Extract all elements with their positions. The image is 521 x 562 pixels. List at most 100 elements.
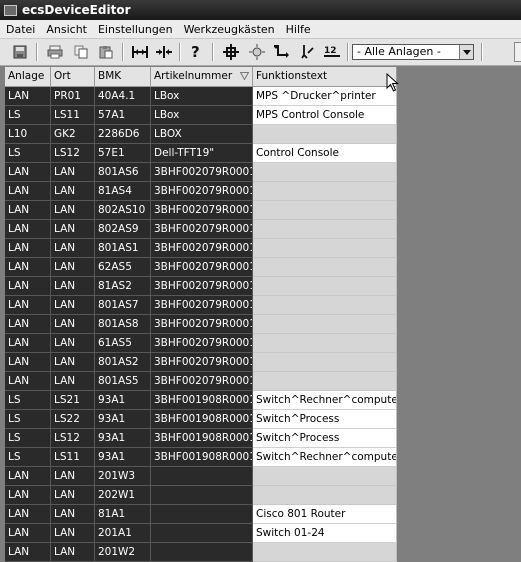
toolbar-overflow[interactable]	[514, 42, 521, 62]
table-row[interactable]: LAN LAN 801AS5 3BHF002079R0001	[5, 372, 397, 391]
signal-icon[interactable]	[296, 42, 317, 62]
column-header-funktionstext[interactable]: Funktionstext	[253, 67, 397, 87]
cell-funktionstext[interactable]	[253, 163, 397, 182]
cell-funktionstext[interactable]	[253, 543, 397, 562]
cell-funktionstext[interactable]	[253, 182, 397, 201]
cell-bmk[interactable]: 93A1	[95, 391, 151, 410]
cell-ort[interactable]: LS22	[51, 410, 95, 429]
cell-artikelnummer[interactable]: 3BHF001908R0001	[151, 391, 253, 410]
menu-datei[interactable]: Datei	[0, 23, 40, 36]
cell-ort[interactable]: LAN	[51, 201, 95, 220]
cell-funktionstext[interactable]	[253, 125, 397, 144]
cell-anlage[interactable]: LAN	[5, 239, 51, 258]
column-header-bmk[interactable]: BMK	[95, 67, 151, 87]
table-row[interactable]: LAN LAN 801AS8 3BHF002079R0001	[5, 315, 397, 334]
cell-bmk[interactable]: 93A1	[95, 410, 151, 429]
anlage-filter-select[interactable]: - Alle Anlagen -	[352, 44, 474, 60]
cell-funktionstext[interactable]	[253, 277, 397, 296]
cell-funktionstext[interactable]	[253, 239, 397, 258]
cell-bmk[interactable]: 802AS9	[95, 220, 151, 239]
cell-funktionstext[interactable]	[253, 372, 397, 391]
cell-artikelnummer[interactable]: 3BHF002079R0001	[151, 201, 253, 220]
cell-artikelnummer[interactable]: 3BHF002079R0001	[151, 163, 253, 182]
cell-artikelnummer[interactable]	[151, 505, 253, 524]
cell-artikelnummer[interactable]: 3BHF002079R0001	[151, 353, 253, 372]
cell-anlage[interactable]: LAN	[5, 543, 51, 562]
cell-ort[interactable]: LAN	[51, 334, 95, 353]
cell-artikelnummer[interactable]: 3BHF001908R0001	[151, 410, 253, 429]
cell-bmk[interactable]: 62AS5	[95, 258, 151, 277]
cell-ort[interactable]: LAN	[51, 524, 95, 543]
table-row[interactable]: LS LS21 93A1 3BHF001908R0001 Switch^Rechner^…	[5, 391, 397, 410]
cell-anlage[interactable]: LAN	[5, 258, 51, 277]
cell-bmk[interactable]: 201W2	[95, 543, 151, 562]
cell-bmk[interactable]: 801AS1	[95, 239, 151, 258]
cell-anlage[interactable]: LAN	[5, 296, 51, 315]
cell-anlage[interactable]: LAN	[5, 486, 51, 505]
cell-anlage[interactable]: LAN	[5, 220, 51, 239]
cell-bmk[interactable]: 81AS4	[95, 182, 151, 201]
cell-artikelnummer[interactable]: 3BHF002079R0001	[151, 315, 253, 334]
cell-ort[interactable]: LAN	[51, 486, 95, 505]
cell-anlage[interactable]: LS	[5, 448, 51, 467]
cell-artikelnummer[interactable]: LBox	[151, 106, 253, 125]
merge-icon[interactable]	[153, 42, 174, 62]
table-row[interactable]: LAN LAN 81AS4 3BHF002079R0001	[5, 182, 397, 201]
cell-bmk[interactable]: 2286D6	[95, 125, 151, 144]
table-row[interactable]: L10 GK2 2286D6 LBOX	[5, 125, 397, 144]
cell-bmk[interactable]: 801AS6	[95, 163, 151, 182]
cell-ort[interactable]: LAN	[51, 315, 95, 334]
cell-anlage[interactable]: LAN	[5, 201, 51, 220]
table-row[interactable]: LS LS12 93A1 3BHF001908R0001 Switch^Process	[5, 429, 397, 448]
cell-ort[interactable]: LAN	[51, 543, 95, 562]
cell-artikelnummer[interactable]: 3BHF002079R0001	[151, 334, 253, 353]
cell-bmk[interactable]: 57E1	[95, 144, 151, 163]
cell-funktionstext[interactable]	[253, 353, 397, 372]
cell-bmk[interactable]: 201A1	[95, 524, 151, 543]
print-icon[interactable]	[44, 42, 65, 62]
cell-artikelnummer[interactable]: Dell-TFT19"	[151, 144, 253, 163]
cell-ort[interactable]: LAN	[51, 353, 95, 372]
cell-funktionstext[interactable]: Switch 01-24	[253, 524, 397, 543]
cell-bmk[interactable]: 57A1	[95, 106, 151, 125]
cell-artikelnummer[interactable]	[151, 486, 253, 505]
cell-bmk[interactable]: 201W3	[95, 467, 151, 486]
cell-ort[interactable]: LAN	[51, 163, 95, 182]
menu-werkzeugkaesten[interactable]: Werkzeugkästen	[178, 23, 280, 36]
cell-artikelnummer[interactable]: 3BHF001908R0001	[151, 429, 253, 448]
cell-ort[interactable]: LAN	[51, 372, 95, 391]
cell-ort[interactable]: LS12	[51, 144, 95, 163]
split-horizontal-icon[interactable]	[129, 42, 150, 62]
cell-artikelnummer[interactable]: 3BHF002079R0001	[151, 182, 253, 201]
cell-ort[interactable]: LAN	[51, 182, 95, 201]
cell-anlage[interactable]: LAN	[5, 277, 51, 296]
cell-anlage[interactable]: LS	[5, 391, 51, 410]
cell-ort[interactable]: LS12	[51, 429, 95, 448]
cell-bmk[interactable]: 801AS2	[95, 353, 151, 372]
cell-bmk[interactable]: 93A1	[95, 429, 151, 448]
cell-artikelnummer[interactable]: 3BHF002079R0001	[151, 372, 253, 391]
cell-funktionstext[interactable]	[253, 258, 397, 277]
cell-ort[interactable]: PR01	[51, 87, 95, 106]
cell-ort[interactable]: LS11	[51, 448, 95, 467]
table-row[interactable]: LAN LAN 81AS2 3BHF002079R0001	[5, 277, 397, 296]
cell-artikelnummer[interactable]	[151, 543, 253, 562]
crosshair-icon[interactable]	[220, 42, 241, 62]
terminal-icon[interactable]	[270, 42, 291, 62]
cell-anlage[interactable]: LS	[5, 429, 51, 448]
cell-anlage[interactable]: LAN	[5, 467, 51, 486]
cell-artikelnummer[interactable]: 3BHF002079R0001	[151, 258, 253, 277]
cell-ort[interactable]: LAN	[51, 296, 95, 315]
cell-bmk[interactable]: 81A1	[95, 505, 151, 524]
table-row[interactable]: LAN LAN 201W2	[5, 543, 397, 562]
cell-ort[interactable]: LAN	[51, 505, 95, 524]
table-row[interactable]: LS LS22 93A1 3BHF001908R0001 Switch^Process	[5, 410, 397, 429]
numbering-icon[interactable]: 12	[321, 42, 342, 62]
cell-anlage[interactable]: LS	[5, 410, 51, 429]
cell-bmk[interactable]: 801AS7	[95, 296, 151, 315]
cell-anlage[interactable]: LS	[5, 144, 51, 163]
cell-artikelnummer[interactable]: 3BHF002079R0001	[151, 296, 253, 315]
cell-anlage[interactable]: LAN	[5, 505, 51, 524]
cell-bmk[interactable]: 802AS10	[95, 201, 151, 220]
cell-ort[interactable]: LAN	[51, 239, 95, 258]
